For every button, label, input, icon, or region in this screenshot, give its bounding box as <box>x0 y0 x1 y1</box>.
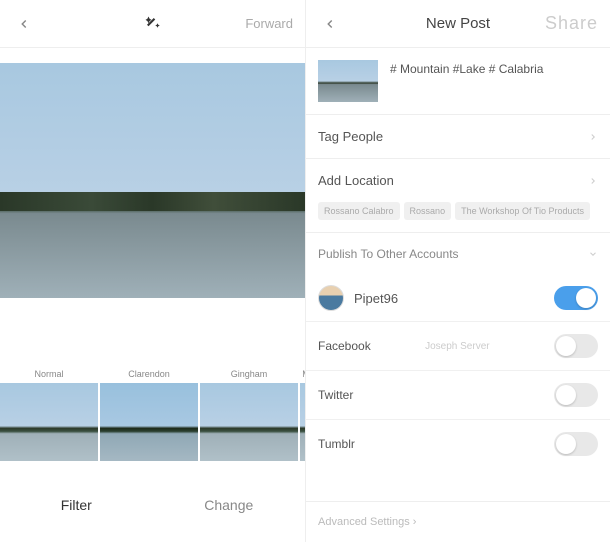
social-label: Facebook <box>318 339 371 353</box>
advanced-label: Advanced Settings <box>318 516 410 528</box>
add-location-label: Add Location <box>318 173 394 188</box>
filter-strip[interactable]: Normal Clarendon Gingham M <box>0 363 305 461</box>
caption-row: # Mountain #Lake # Calabria <box>306 48 610 114</box>
filter-label: Normal <box>0 363 98 383</box>
left-header: Forward <box>0 0 305 48</box>
share-button[interactable]: Share <box>545 13 598 34</box>
filter-thumb <box>200 383 298 461</box>
social-label: Tumblr <box>318 437 355 451</box>
primary-account-row: Pipet96 <box>306 275 610 321</box>
advanced-settings-row[interactable]: Advanced Settings › <box>306 501 610 542</box>
edit-panel: Forward Normal Clarendon Gingham M Filte… <box>0 0 305 542</box>
social-label: Twitter <box>318 388 353 402</box>
chevron-left-icon <box>17 17 31 31</box>
filter-item-gingham[interactable]: Gingham <box>200 363 298 461</box>
filter-label: Gingham <box>200 363 298 383</box>
chevron-right-icon <box>588 132 598 142</box>
chevron-left-icon <box>323 17 337 31</box>
publish-section-header[interactable]: Publish To Other Accounts <box>306 232 610 275</box>
social-row-twitter: Twitter <box>306 370 610 419</box>
filter-thumb <box>100 383 198 461</box>
caption-input[interactable]: # Mountain #Lake # Calabria <box>390 60 543 76</box>
magic-wand-icon <box>144 15 162 33</box>
location-chip[interactable]: The Workshop Of Tio Products <box>455 202 590 220</box>
facebook-toggle[interactable] <box>554 334 598 358</box>
tag-people-label: Tag People <box>318 129 383 144</box>
twitter-toggle[interactable] <box>554 383 598 407</box>
lake-scene <box>0 63 305 298</box>
add-location-row[interactable]: Add Location <box>306 158 610 202</box>
back-button[interactable] <box>12 12 36 36</box>
chevron-right-icon <box>588 176 598 186</box>
tag-people-row[interactable]: Tag People <box>306 114 610 158</box>
forward-button[interactable]: Forward <box>245 16 293 31</box>
chevron-down-icon <box>588 249 598 259</box>
post-thumbnail[interactable] <box>318 60 378 102</box>
social-row-tumblr: Tumblr <box>306 419 610 468</box>
new-post-panel: New Post Share # Mountain #Lake # Calabr… <box>305 0 610 542</box>
tab-change[interactable]: Change <box>153 497 306 513</box>
avatar <box>318 285 344 311</box>
account-toggle[interactable] <box>554 286 598 310</box>
location-suggestions: Rossano Calabro Rossano The Workshop Of … <box>306 202 610 232</box>
filter-item-normal[interactable]: Normal <box>0 363 98 461</box>
filter-item-clarendon[interactable]: Clarendon <box>100 363 198 461</box>
edit-tabs: Filter Change <box>0 481 305 529</box>
magic-wand-button[interactable] <box>141 12 165 36</box>
page-title: New Post <box>426 15 490 32</box>
tumblr-toggle[interactable] <box>554 432 598 456</box>
location-chip[interactable]: Rossano <box>404 202 452 220</box>
back-button[interactable] <box>318 12 342 36</box>
filter-thumb <box>300 383 305 461</box>
tab-filter[interactable]: Filter <box>0 497 153 513</box>
username-label: Pipet96 <box>354 291 398 306</box>
location-chip[interactable]: Rossano Calabro <box>318 202 400 220</box>
preview-image[interactable] <box>0 63 305 298</box>
right-header: New Post Share <box>306 0 610 48</box>
publish-section-label: Publish To Other Accounts <box>318 247 459 261</box>
social-row-facebook: Facebook Joseph Server <box>306 321 610 370</box>
filter-thumb <box>0 383 98 461</box>
social-sub-label: Joseph Server <box>425 341 489 352</box>
chevron-right-icon: › <box>413 516 417 528</box>
filter-label: Clarendon <box>100 363 198 383</box>
